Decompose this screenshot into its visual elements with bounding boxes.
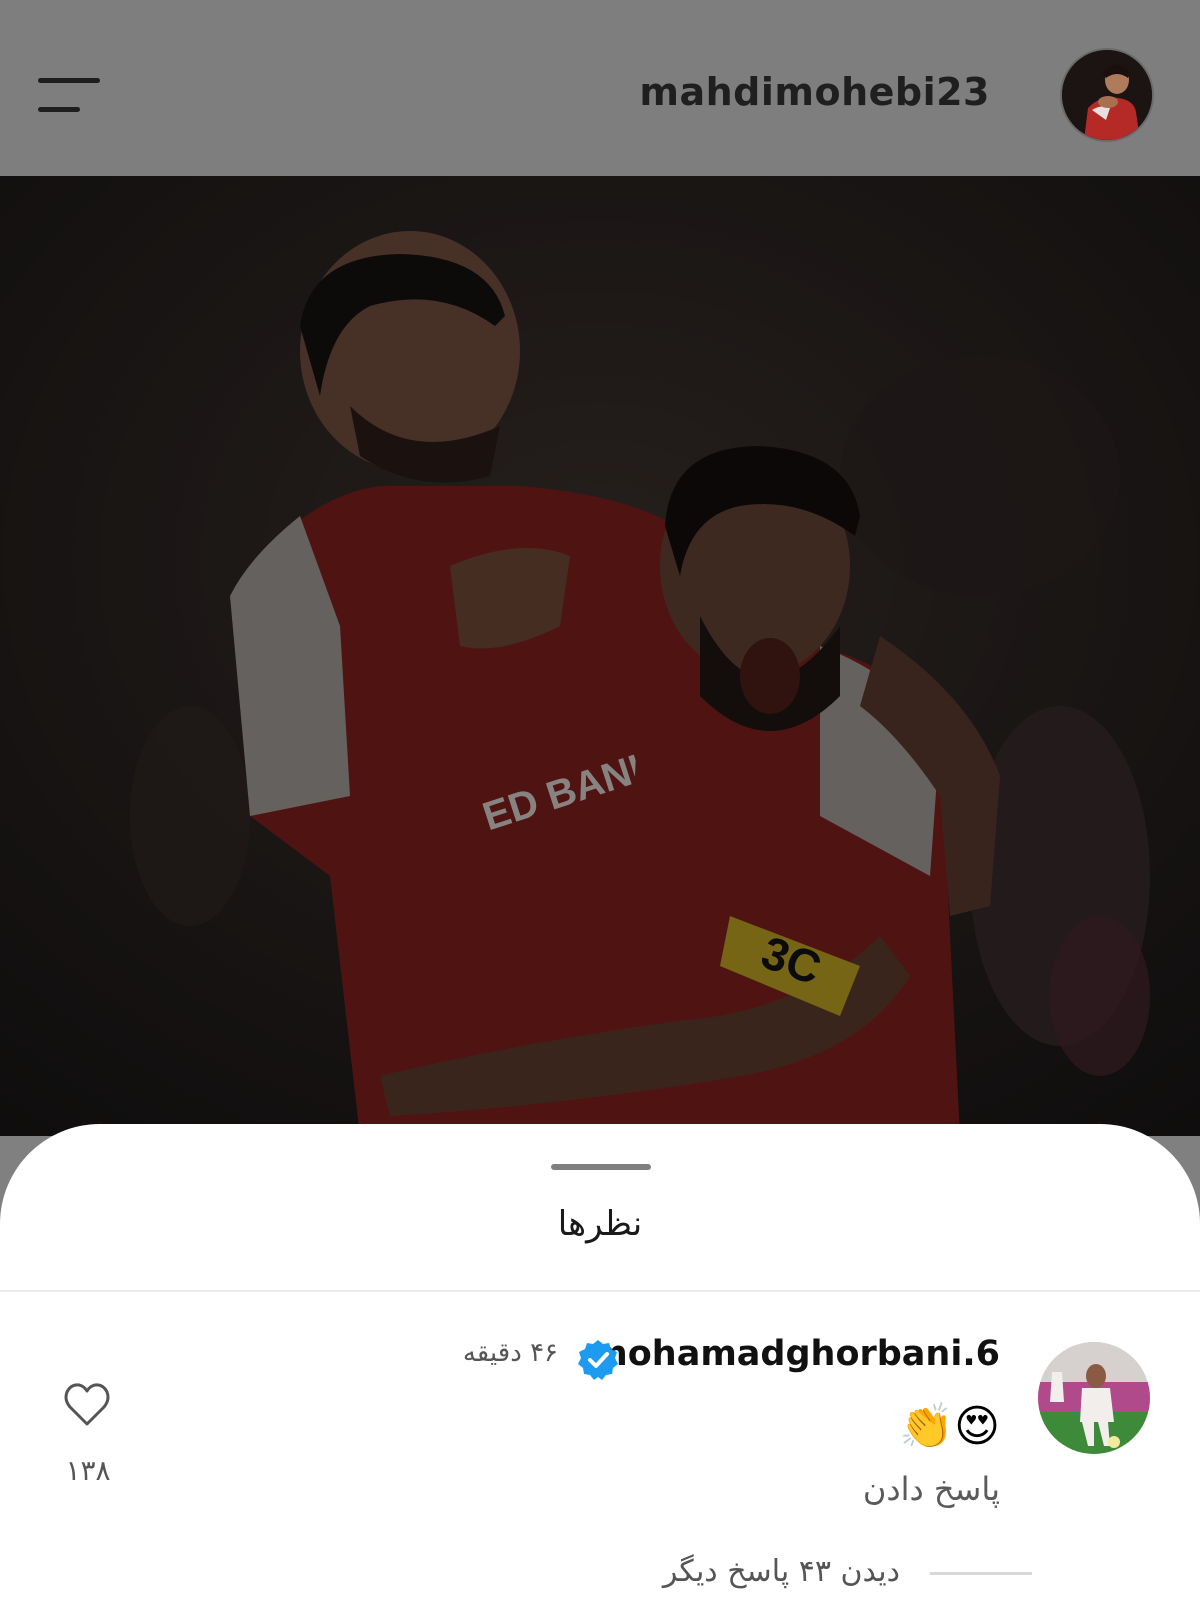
verified-badge-icon: [578, 1340, 618, 1380]
like-count: ۱۳۸: [65, 1454, 111, 1487]
heart-icon[interactable]: [62, 1380, 112, 1430]
commenter-username[interactable]: mohamadghorbani.6: [591, 1334, 1000, 1374]
reply-button[interactable]: پاسخ دادن: [863, 1470, 1000, 1508]
sheet-drag-handle[interactable]: [551, 1164, 651, 1170]
sheet-divider: [0, 1290, 1200, 1292]
post-photo: ED BANK 3C: [0, 176, 1200, 1136]
sheet-title: نظرها: [557, 1204, 643, 1244]
profile-avatar[interactable]: [1062, 50, 1152, 140]
commenter-avatar[interactable]: [1038, 1342, 1150, 1454]
hamburger-menu-icon[interactable]: [38, 76, 102, 116]
photo-overlay: [0, 176, 1200, 1136]
view-more-replies-button[interactable]: دیدن ۴۳ پاسخ دیگر: [663, 1554, 900, 1589]
more-replies-line: [930, 1572, 1032, 1575]
profile-username[interactable]: mahdimohebi23: [639, 70, 990, 114]
comment-time: ۴۶ دقیقه: [462, 1338, 558, 1368]
comment-text: 😍👏: [899, 1401, 1000, 1452]
top-bar: mahdimohebi23: [0, 0, 1200, 176]
comments-sheet: نظرها mohamadghorbani.6 ۴۶ دقیقه 😍👏 پاسخ…: [0, 1124, 1200, 1622]
